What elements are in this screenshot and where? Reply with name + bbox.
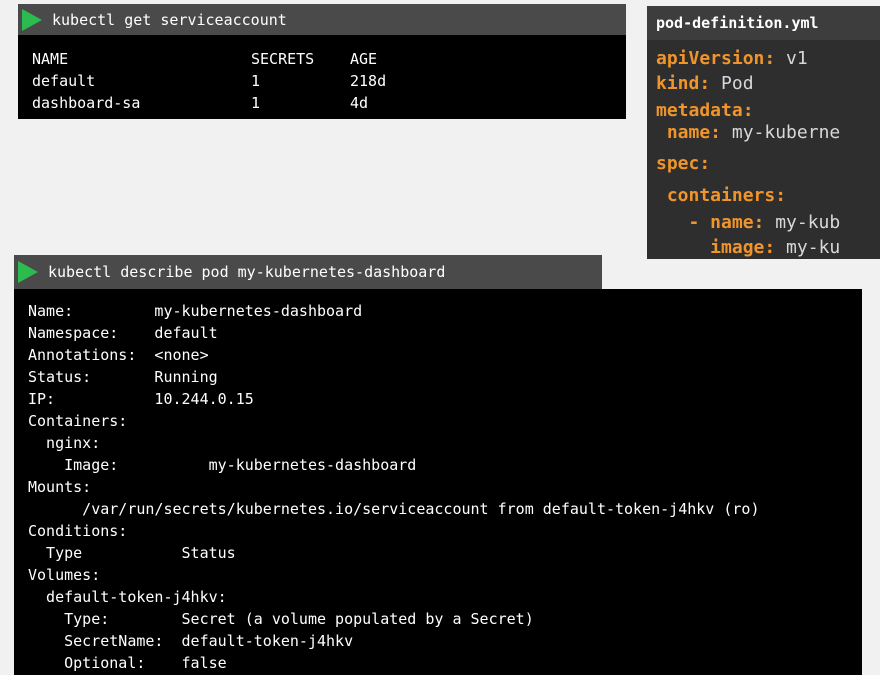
output-line: Containers: (28, 412, 128, 430)
table-cell: 4d (350, 94, 369, 112)
play-icon (18, 261, 38, 283)
top-command-text: kubectl get serviceaccount (52, 10, 287, 29)
yaml-line: image: my-ku (656, 237, 841, 258)
output-line: Mounts: (28, 478, 92, 496)
table-cell: 1 (251, 94, 261, 112)
yaml-line: apiVersion: v1 (656, 48, 808, 69)
table-header-row: NAME SECRETS AGE (32, 48, 386, 70)
table-cell: 1 (251, 72, 261, 90)
output-line: Type: Secret (a volume populated by a Se… (28, 610, 534, 628)
yaml-line: name: my-kuberne (656, 122, 841, 143)
table-cell: 218d (350, 72, 387, 90)
table-row: dashboard-sa 1 4d (32, 92, 386, 114)
output-line: Image: my-kubernetes-dashboard (28, 456, 417, 474)
yaml-line: spec: (656, 153, 711, 174)
table-cell: dashboard-sa (32, 94, 141, 112)
output-line: Type Status (28, 544, 236, 562)
describe-output: Name: my-kubernetes-dashboard Namespace:… (14, 289, 862, 675)
serviceaccount-output: NAME SECRETS AGE default 1 218d dashboar… (18, 35, 626, 119)
table-row: default 1 218d (32, 70, 386, 92)
column-header-age: AGE (350, 50, 378, 68)
top-command-bar: kubectl get serviceaccount (18, 4, 626, 35)
serviceaccount-table: NAME SECRETS AGE default 1 218d dashboar… (32, 48, 386, 114)
yaml-line: containers: (656, 185, 787, 206)
output-line: /var/run/secrets/kubernetes.io/serviceac… (28, 500, 760, 518)
yaml-line: kind: Pod (656, 73, 754, 94)
describe-command-bar: kubectl describe pod my-kubernetes-dashb… (14, 255, 602, 289)
play-icon (22, 8, 42, 31)
yaml-file-title: pod-definition.yml (647, 6, 880, 40)
yaml-file-body: apiVersion: v1 kind: Pod metadata: name:… (647, 40, 880, 259)
output-line: Optional: false (28, 654, 227, 672)
output-line: Name: my-kubernetes-dashboard (28, 302, 363, 320)
yaml-line: metadata: (656, 100, 754, 121)
output-line: Annotations: <none> (28, 346, 209, 364)
output-line: nginx: (28, 434, 101, 452)
describe-command-text: kubectl describe pod my-kubernetes-dashb… (48, 263, 446, 281)
output-line: Status: Running (28, 368, 218, 386)
yaml-line: - name: my-kub (656, 212, 841, 233)
output-line: Namespace: default (28, 324, 218, 342)
output-line: IP: 10.244.0.15 (28, 390, 254, 408)
output-line: Conditions: (28, 522, 128, 540)
output-line: SecretName: default-token-j4hkv (28, 632, 354, 650)
column-header-name: NAME (32, 50, 69, 68)
table-cell: default (32, 72, 96, 90)
column-header-secrets: SECRETS (251, 50, 315, 68)
output-line: default-token-j4hkv: (28, 588, 227, 606)
output-line: Volumes: (28, 566, 101, 584)
